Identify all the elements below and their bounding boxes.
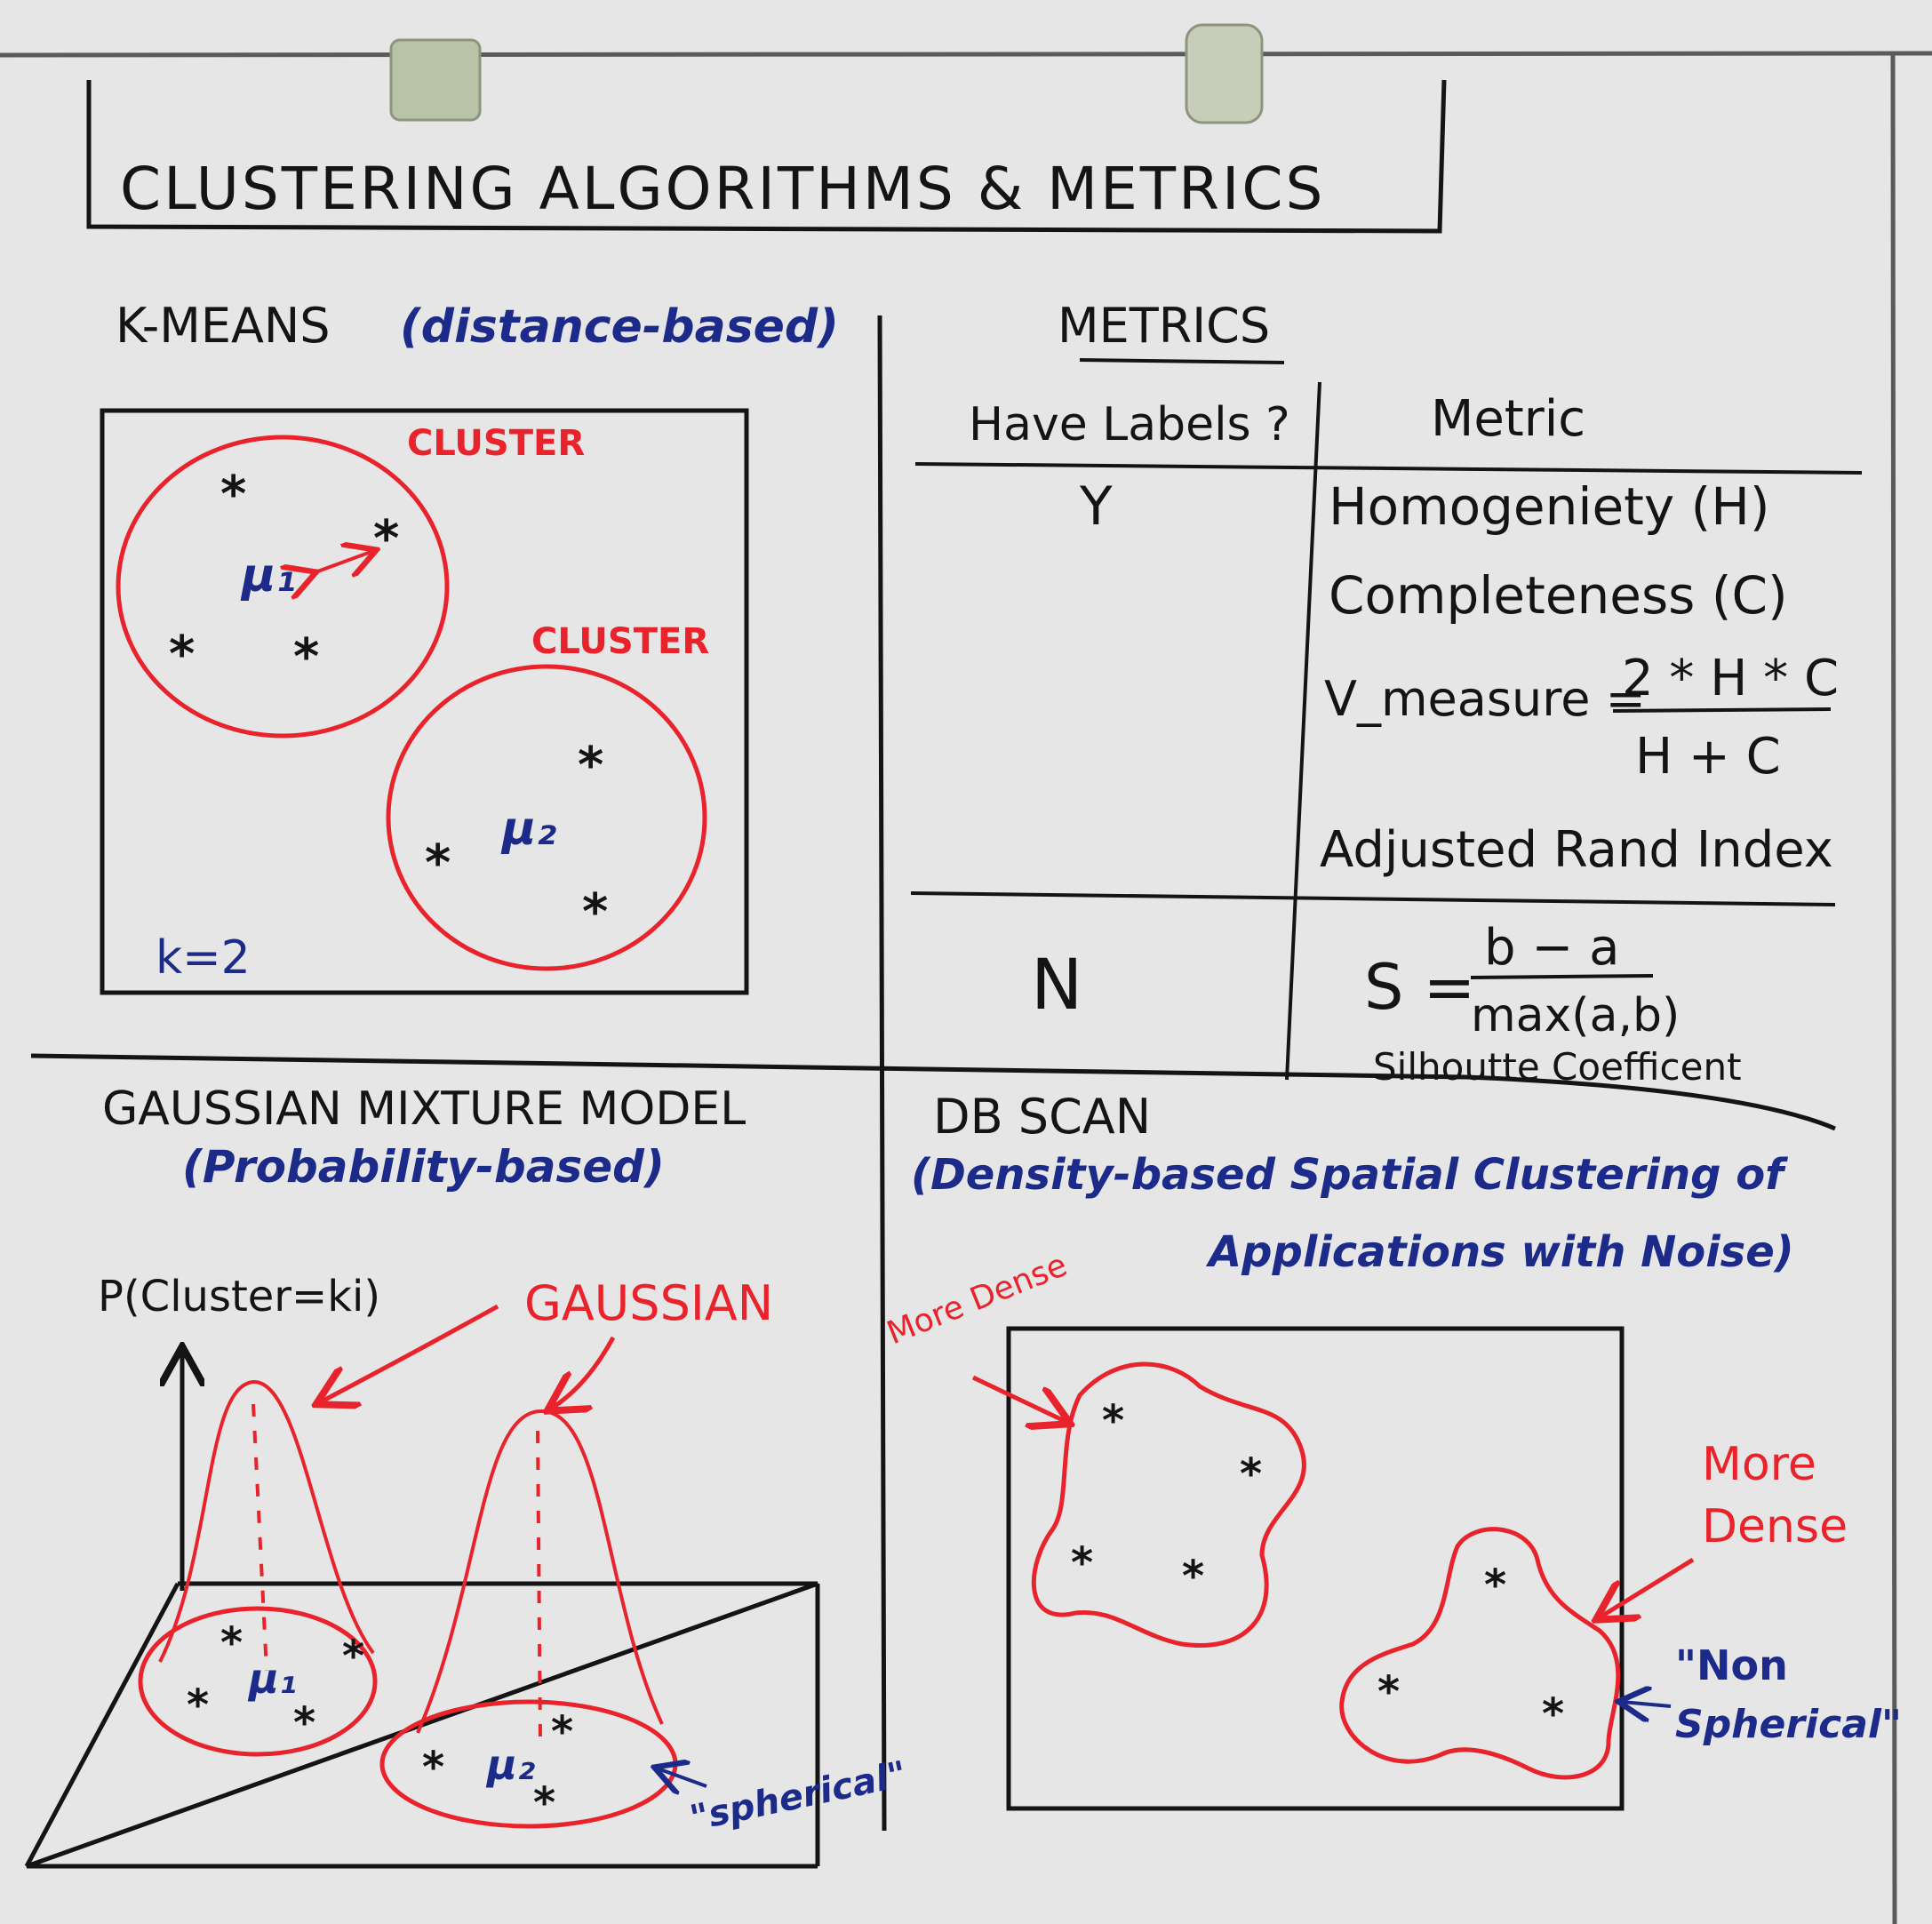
data-point: * bbox=[1102, 1396, 1124, 1446]
metric-ari: Adjusted Rand Index bbox=[1320, 821, 1833, 879]
dbscan-cluster-2-outline bbox=[1339, 1527, 1621, 1780]
kmeans-centroid-2: μ₂ bbox=[500, 802, 556, 856]
whiteboard: CLUSTERING ALGORITHMS & METRICS K-MEANS … bbox=[0, 23, 1932, 1924]
gaussian-arrow-2 bbox=[551, 1336, 616, 1409]
metrics-heading: METRICS bbox=[1058, 298, 1270, 354]
metric-silhouette-den: max(a,b) bbox=[1471, 989, 1680, 1042]
data-point: * bbox=[1240, 1449, 1262, 1499]
data-point: * bbox=[1542, 1689, 1564, 1739]
more-dense-arrow-2 bbox=[1600, 1557, 1695, 1617]
data-point: * bbox=[342, 1632, 364, 1681]
gmm-section: GAUSSIAN MIXTURE MODEL (Probability-base… bbox=[24, 1082, 911, 1869]
dbscan-section: DB SCAN (Density-based Spatial Clusterin… bbox=[882, 1089, 1902, 1811]
metrics-row-n: N bbox=[1031, 946, 1082, 1026]
metric-silhouette-lhs: S = bbox=[1364, 951, 1475, 1024]
non-spherical-text-b: Spherical" bbox=[1675, 1702, 1902, 1747]
metric-silhouette-name: Silhoutte Coefficent bbox=[1373, 1045, 1742, 1089]
kmeans-centroid-1: μ₁ bbox=[240, 549, 296, 603]
metrics-col-labels: Have Labels ? bbox=[969, 398, 1290, 451]
silhouette-fraction-bar bbox=[1470, 974, 1654, 979]
dbscan-subtitle-line2: Applications with Noise) bbox=[1205, 1227, 1794, 1277]
kmeans-cluster-label-2: CLUSTER bbox=[531, 621, 709, 662]
gmm-centroid-1: μ₁ bbox=[247, 1655, 297, 1703]
distance-arrow bbox=[313, 551, 373, 573]
gmm-spherical-label: "spherical" bbox=[687, 1753, 911, 1839]
data-point: * bbox=[551, 1707, 573, 1757]
data-point: * bbox=[220, 1618, 243, 1668]
magnet-right-icon bbox=[1185, 23, 1264, 124]
data-point: * bbox=[1377, 1667, 1400, 1717]
metrics-heading-underline bbox=[1079, 358, 1285, 364]
metrics-col-metric: Metric bbox=[1431, 390, 1585, 448]
spherical-arrow bbox=[658, 1768, 707, 1786]
data-point: * bbox=[422, 1743, 444, 1792]
metrics-row-y: Y bbox=[1079, 475, 1113, 538]
kmeans-heading: K-MEANS bbox=[116, 298, 331, 354]
dbscan-subtitle-line1: (Density-based Spatial Clustering of bbox=[911, 1150, 1788, 1200]
data-point: * bbox=[425, 834, 451, 892]
gmm-heading: GAUSSIAN MIXTURE MODEL bbox=[102, 1082, 746, 1136]
data-point: * bbox=[187, 1681, 209, 1730]
metric-vmeasure-den: H + C bbox=[1635, 728, 1781, 786]
data-point: * bbox=[533, 1778, 555, 1828]
gaussian-2-mean-line bbox=[536, 1430, 542, 1743]
dbscan-plot-box bbox=[1006, 1326, 1625, 1811]
kmeans-section: K-MEANS (distance-based) CLUSTER CLUSTER… bbox=[100, 298, 839, 995]
metric-vmeasure-lhs: V_measure = bbox=[1324, 671, 1646, 727]
dbscan-heading: DB SCAN bbox=[933, 1089, 1151, 1145]
gmm-subtitle: (Probability-based) bbox=[182, 1141, 665, 1193]
gmm-gaussian-label: GAUSSIAN bbox=[524, 1275, 773, 1331]
metric-homogeneity: Homogeniety (H) bbox=[1329, 476, 1770, 537]
more-dense-text-2b: Dense bbox=[1702, 1500, 1848, 1553]
gmm-centroid-2: μ₂ bbox=[485, 1741, 535, 1789]
page-title: CLUSTERING ALGORITHMS & METRICS bbox=[120, 155, 1325, 223]
more-dense-text-2a: More bbox=[1702, 1438, 1816, 1491]
data-point: * bbox=[1484, 1561, 1506, 1610]
metric-silhouette-num: b − a bbox=[1484, 919, 1619, 977]
metrics-section: METRICS Have Labels ? Metric Y Homogenie… bbox=[910, 298, 1863, 1089]
kmeans-subtitle: (distance-based) bbox=[400, 300, 839, 354]
more-dense-arrow-1 bbox=[971, 1375, 1066, 1422]
dbscan-cluster-1-outline bbox=[1031, 1361, 1306, 1648]
gmm-axis-label: P(Cluster=ki) bbox=[98, 1272, 380, 1321]
metric-completeness: Completeness (C) bbox=[1329, 565, 1788, 626]
gmm-points: * * * * * * * bbox=[187, 1618, 573, 1828]
non-spherical-arrow bbox=[1622, 1702, 1672, 1706]
magnet-left-icon bbox=[389, 38, 482, 122]
data-point: * bbox=[578, 737, 603, 794]
data-point: * bbox=[169, 626, 195, 683]
gaussian-1-mean-line bbox=[251, 1403, 268, 1672]
data-point: * bbox=[373, 510, 399, 568]
more-dense-label-1: More Dense bbox=[882, 1247, 1072, 1352]
data-point: * bbox=[582, 883, 608, 941]
data-point: * bbox=[293, 1698, 315, 1748]
more-dense-text-1: More Dense bbox=[882, 1247, 1072, 1352]
data-point: * bbox=[1182, 1552, 1204, 1601]
dbscan-points: * * * * * * * bbox=[1071, 1396, 1564, 1739]
non-spherical-text-a: "Non bbox=[1675, 1641, 1788, 1689]
kmeans-k-label: k=2 bbox=[156, 931, 251, 985]
metric-vmeasure-num: 2 * H * C bbox=[1622, 650, 1839, 707]
kmeans-cluster-label-1: CLUSTER bbox=[407, 423, 585, 464]
vmeasure-fraction-bar bbox=[1612, 707, 1832, 713]
data-point: * bbox=[220, 466, 246, 523]
data-point: * bbox=[1071, 1538, 1093, 1588]
data-point: * bbox=[293, 628, 319, 686]
